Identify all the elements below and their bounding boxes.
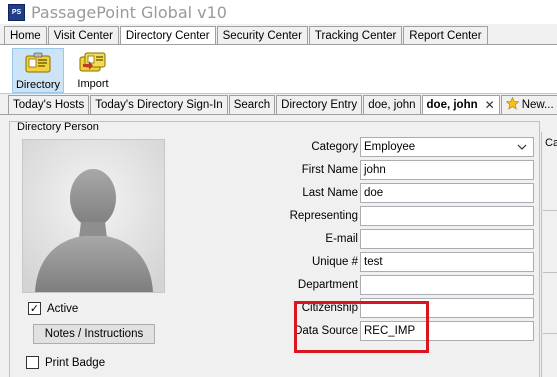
import-cards-icon <box>79 51 107 73</box>
tab-doe-john-active[interactable]: doe, john ✕ <box>421 95 500 114</box>
tab-visit-center[interactable]: Visit Center <box>47 26 119 45</box>
active-checkbox-label: Active <box>47 302 79 315</box>
tab-home[interactable]: Home <box>4 26 47 45</box>
first-name-label: First Name <box>301 164 358 176</box>
tab-directory-entry[interactable]: Directory Entry <box>276 95 363 114</box>
unique-number-field[interactable]: test <box>360 252 534 272</box>
representing-field[interactable] <box>360 206 534 226</box>
department-label: Department <box>297 279 358 291</box>
category-label: Category <box>311 141 358 153</box>
close-icon[interactable]: ✕ <box>485 98 495 112</box>
person-photo[interactable] <box>22 139 165 293</box>
notes-instructions-button[interactable]: Notes / Instructions <box>33 324 155 344</box>
print-badge-label: Print Badge <box>45 356 106 369</box>
right-side-panel <box>541 132 557 377</box>
tab-new-label: New... <box>521 99 554 111</box>
print-badge-checkbox-row[interactable]: Print Badge <box>26 356 105 369</box>
active-checkbox-row[interactable]: ✓ Active <box>28 302 78 315</box>
directory-button-label: Directory <box>15 79 60 91</box>
directory-card-icon <box>24 52 52 74</box>
import-button-label: Import <box>77 78 109 90</box>
title-bar: PS PassagePoint Global v10 <box>0 0 557 24</box>
email-field[interactable] <box>360 229 534 249</box>
star-icon <box>505 96 520 113</box>
directory-button[interactable]: Directory <box>12 48 64 93</box>
representing-label: Representing <box>289 210 358 222</box>
window-title: PassagePoint Global v10 <box>31 2 227 22</box>
category-select[interactable]: Employee <box>360 137 534 157</box>
category-value: Employee <box>364 141 416 153</box>
tab-todays-hosts[interactable]: Today's Hosts <box>8 95 90 114</box>
tab-new[interactable]: New... <box>500 95 557 114</box>
app-logo-icon: PS <box>8 3 25 21</box>
right-panel-divider <box>543 210 557 211</box>
unique-number-label: Unique # <box>311 256 358 268</box>
tab-todays-directory-sign-in[interactable]: Today's Directory Sign-In <box>90 95 228 114</box>
tab-doe-john-active-label: doe, john <box>426 99 478 111</box>
main-tab-strip: Home Visit Center Directory Center Secur… <box>4 26 489 45</box>
tab-search[interactable]: Search <box>228 95 276 114</box>
tab-tracking-center[interactable]: Tracking Center <box>308 26 403 45</box>
panel-title: Directory Person <box>17 121 99 133</box>
right-panel-divider <box>543 333 557 334</box>
right-panel-divider <box>543 272 557 273</box>
department-field[interactable] <box>360 275 534 295</box>
tab-doe-john[interactable]: doe, john <box>363 95 421 114</box>
first-name-field[interactable]: john <box>360 160 534 180</box>
last-name-label: Last Name <box>302 187 358 199</box>
tab-report-center[interactable]: Report Center <box>403 26 488 45</box>
sub-tab-strip: Today's Hosts Today's Directory Sign-In … <box>8 95 557 114</box>
chevron-down-icon[interactable] <box>517 142 527 154</box>
right-panel-label: Ca <box>545 137 557 149</box>
last-name-field[interactable]: doe <box>360 183 534 203</box>
active-checkbox[interactable]: ✓ <box>28 302 41 315</box>
tab-directory-center[interactable]: Directory Center <box>119 26 216 45</box>
print-badge-checkbox[interactable] <box>26 356 39 369</box>
import-button[interactable]: Import <box>72 48 114 93</box>
tab-security-center[interactable]: Security Center <box>216 26 308 45</box>
ribbon-toolbar: Directory Import <box>0 44 557 94</box>
email-label: E-mail <box>325 233 358 245</box>
highlight-annotation-box <box>294 301 429 353</box>
